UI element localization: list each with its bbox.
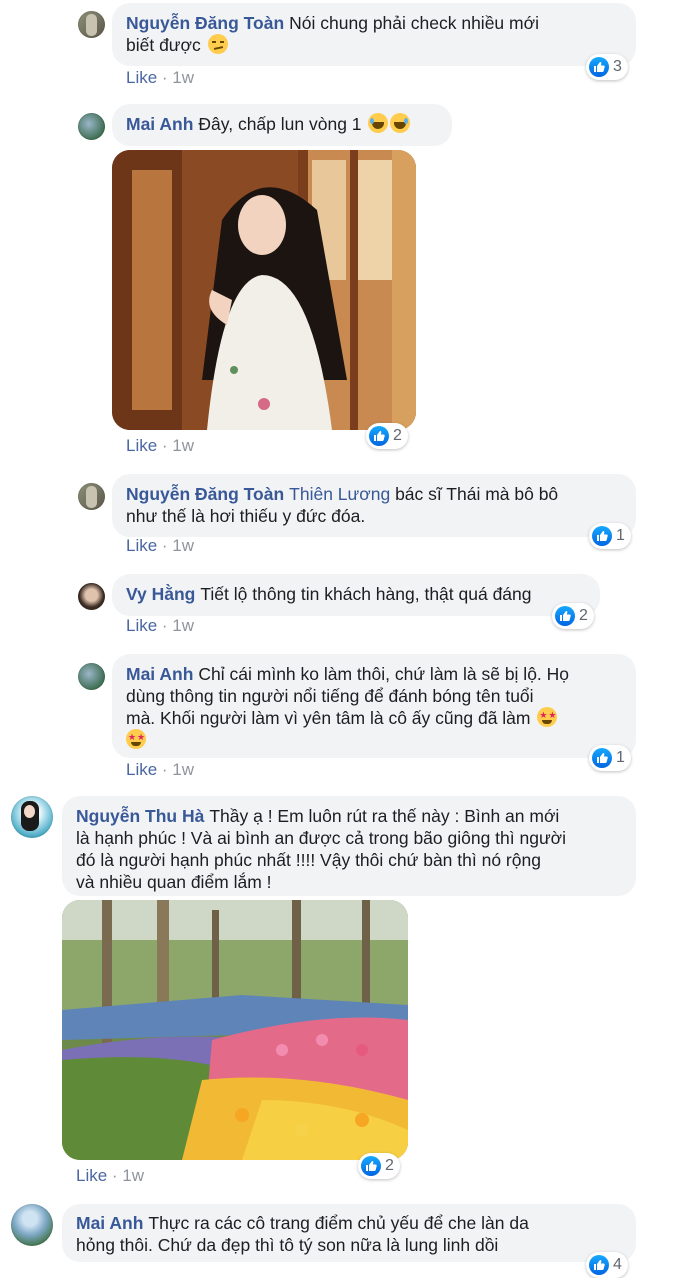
comment-text: Thầy ạ ! Em luôn rút ra thế này : Bình a… bbox=[209, 806, 560, 826]
comment-actions: Like · 1w bbox=[126, 436, 195, 455]
photo-girl-by-window[interactable] bbox=[112, 150, 416, 430]
thumbs-up-icon bbox=[589, 1255, 609, 1275]
thumbs-up-icon bbox=[592, 526, 612, 546]
reaction-count[interactable]: 2 bbox=[552, 603, 594, 629]
reaction-count[interactable]: 3 bbox=[586, 54, 628, 80]
comment-text: đó là người hạnh phúc nhất !!!! Vậy thôi… bbox=[76, 850, 541, 870]
comment-text: và nhiều quan điểm lắm ! bbox=[76, 872, 272, 892]
comment-text: là hạnh phúc ! Và ai bình an được cả tro… bbox=[76, 828, 567, 848]
like-link[interactable]: Like bbox=[126, 536, 157, 555]
timestamp[interactable]: 1w bbox=[122, 1166, 144, 1185]
smirk-emoji-icon bbox=[207, 34, 228, 54]
star-struck-emoji-icon: ★ ★ bbox=[537, 707, 558, 727]
comment-actions: Like · 1w bbox=[126, 616, 195, 635]
comment-text: Đây, chấp lun vòng 1 bbox=[198, 114, 362, 134]
reaction-count[interactable]: 2 bbox=[358, 1153, 400, 1179]
like-link[interactable]: Like bbox=[126, 68, 157, 87]
timestamp[interactable]: 1w bbox=[172, 616, 194, 635]
thumbs-up-icon bbox=[589, 57, 609, 77]
laugh-emoji-icon bbox=[368, 113, 389, 133]
avatar[interactable] bbox=[11, 1204, 53, 1246]
comment-bubble: Mai Anh Chỉ cái mình ko làm thôi, chứ làm… bbox=[112, 654, 636, 758]
reaction-count[interactable]: 1 bbox=[589, 745, 631, 771]
timestamp[interactable]: 1w bbox=[172, 536, 194, 555]
mention-link[interactable]: Thiên Lương bbox=[289, 484, 390, 504]
avatar[interactable] bbox=[78, 483, 105, 510]
comment-text: bác sĩ Thái mà bô bô bbox=[395, 484, 559, 504]
avatar[interactable] bbox=[78, 11, 105, 38]
comment-actions: Like · 1w bbox=[76, 1166, 145, 1185]
comment-text: Nói chung phải check nhiều mới bbox=[289, 13, 539, 33]
like-link[interactable]: Like bbox=[126, 760, 157, 779]
comment-text: hỏng thôi. Chứ da đẹp thì tô tý son nữa … bbox=[76, 1235, 499, 1255]
reaction-count[interactable]: 4 bbox=[586, 1252, 628, 1278]
avatar[interactable] bbox=[11, 796, 53, 838]
avatar[interactable] bbox=[78, 663, 105, 690]
comment-bubble: Vy Hằng Tiết lộ thông tin khách hàng, thậ… bbox=[112, 574, 600, 616]
commenter-name[interactable]: Vy Hằng bbox=[126, 584, 195, 604]
commenter-name[interactable]: Mai Anh bbox=[76, 1213, 143, 1233]
comment-bubble: Nguyễn Đăng Toàn Thiên Lương bác sĩ Thái … bbox=[112, 474, 636, 537]
like-link[interactable]: Like bbox=[76, 1166, 107, 1185]
comment-text: dùng thông tin người nổi tiếng để đánh b… bbox=[126, 686, 534, 706]
comment-bubble: Mai Anh Đây, chấp lun vòng 1 bbox=[112, 104, 452, 146]
commenter-name[interactable]: Nguyễn Đăng Toàn bbox=[126, 484, 284, 504]
like-link[interactable]: Like bbox=[126, 616, 157, 635]
comment-bubble: Nguyễn Đăng Toàn Nói chung phải check nhi… bbox=[112, 3, 636, 66]
star-struck-emoji-icon: ★ ★ bbox=[126, 729, 146, 749]
commenter-name[interactable]: Nguyễn Đăng Toàn bbox=[126, 13, 284, 33]
thumbs-up-icon bbox=[361, 1156, 381, 1176]
reaction-count[interactable]: 2 bbox=[366, 423, 408, 449]
comment-actions: Like · 1w bbox=[126, 68, 195, 87]
thumbs-up-icon bbox=[369, 426, 389, 446]
comment-text: mà. Khối người làm vì yên tâm là cô ấy c… bbox=[126, 708, 531, 728]
comment-bubble: Nguyễn Thu Hà Thầy ạ ! Em luôn rút ra thế… bbox=[62, 796, 636, 896]
like-link[interactable]: Like bbox=[126, 436, 157, 455]
laugh-emoji-icon bbox=[390, 113, 411, 133]
comment-text: như thế là hơi thiếu y đức đóa. bbox=[126, 506, 366, 526]
comment-text: Thực ra các cô trang điểm chủ yếu để che… bbox=[148, 1213, 529, 1233]
comment-actions: Like · 1w bbox=[126, 536, 195, 555]
comment-text: Tiết lộ thông tin khách hàng, thật quá đ… bbox=[200, 584, 532, 604]
timestamp[interactable]: 1w bbox=[172, 436, 194, 455]
commenter-name[interactable]: Mai Anh bbox=[126, 664, 193, 684]
thumbs-up-icon bbox=[592, 748, 612, 768]
avatar[interactable] bbox=[78, 113, 105, 140]
timestamp[interactable]: 1w bbox=[172, 68, 194, 87]
photo-tulip-garden[interactable] bbox=[62, 900, 408, 1160]
reaction-count[interactable]: 1 bbox=[589, 523, 631, 549]
comment-text: Chỉ cái mình ko làm thôi, chứ làm là sẽ … bbox=[198, 664, 570, 684]
comment-actions: Like · 1w bbox=[126, 760, 195, 779]
commenter-name[interactable]: Mai Anh bbox=[126, 114, 193, 134]
timestamp[interactable]: 1w bbox=[172, 760, 194, 779]
commenter-name[interactable]: Nguyễn Thu Hà bbox=[76, 806, 204, 826]
comment-text: biết được bbox=[126, 35, 201, 55]
thumbs-up-icon bbox=[555, 606, 575, 626]
avatar[interactable] bbox=[78, 583, 105, 610]
comment-bubble: Mai Anh Thực ra các cô trang điểm chủ yếu… bbox=[62, 1204, 636, 1262]
